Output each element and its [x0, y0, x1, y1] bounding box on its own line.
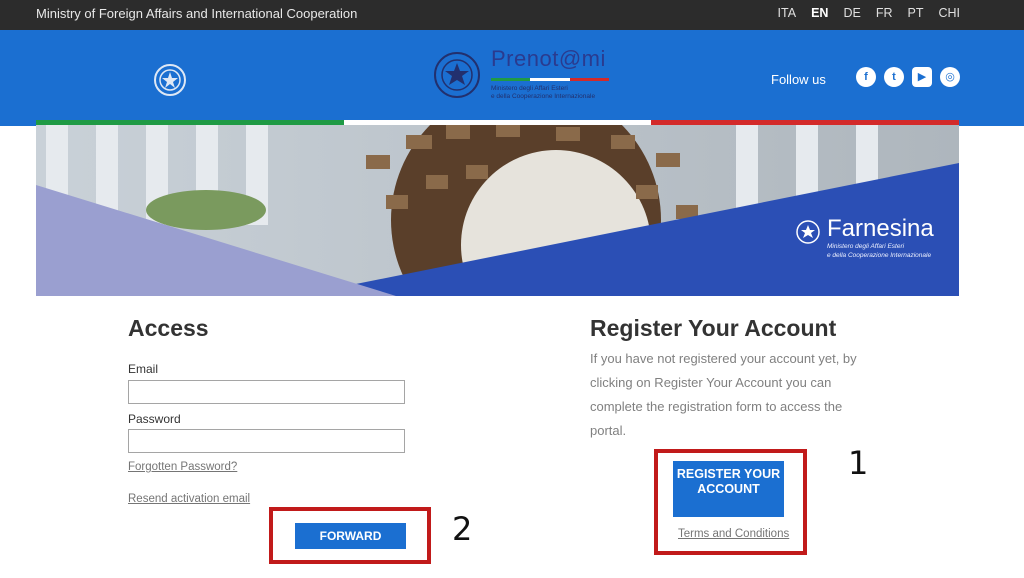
ministry-name: Ministry of Foreign Affairs and Internat… [36, 6, 358, 21]
register-callout-number: 1 [848, 444, 869, 482]
lang-pt[interactable]: PT [907, 6, 923, 20]
language-switcher: ITA EN DE FR PT CHI [778, 6, 960, 20]
email-label: Email [128, 362, 159, 376]
lang-en[interactable]: EN [811, 6, 828, 20]
instagram-icon[interactable]: ◎ [940, 67, 960, 87]
password-label: Password [128, 412, 181, 426]
lang-ita[interactable]: ITA [778, 6, 797, 20]
forward-callout-box [269, 507, 431, 564]
brand-subtitle: Ministero degli Affari Esteri e della Co… [491, 85, 621, 101]
twitter-icon[interactable]: t [884, 67, 904, 87]
banner-image [36, 125, 959, 296]
youtube-icon[interactable]: ▶ [912, 67, 932, 87]
farnesina-subtitle-line1: Ministero degli Affari Esteri [827, 243, 905, 250]
lang-fr[interactable]: FR [876, 6, 893, 20]
email-field[interactable] [128, 380, 405, 404]
follow-us-label: Follow us [771, 72, 826, 87]
site-header: Prenot@mi Ministero degli Affari Esteri … [0, 30, 1024, 126]
prenotami-logo[interactable]: Prenot@mi Ministero degli Affari Esteri … [432, 44, 622, 110]
farnesina-subtitle-line2: e della Cooperazione Internazionale [827, 252, 932, 259]
ministry-seal-icon [434, 52, 480, 98]
republic-emblem-icon [154, 64, 186, 96]
brand-name: Prenot@mi [491, 46, 606, 71]
register-title: Register Your Account [590, 315, 837, 341]
register-description: If you have not registered your account … [590, 351, 857, 438]
access-title: Access [128, 315, 209, 341]
hero-banner [36, 125, 959, 296]
farnesina-logo: Farnesina Ministero degli Affari Esteri … [795, 215, 945, 265]
password-field[interactable] [128, 429, 405, 453]
farnesina-name: Farnesina [827, 215, 934, 242]
register-callout-box [654, 449, 807, 555]
forward-callout-number: 2 [452, 510, 473, 548]
lang-de[interactable]: DE [843, 6, 860, 20]
lang-chi[interactable]: CHI [938, 6, 960, 20]
brand-flag-line [491, 78, 609, 81]
resend-activation-link[interactable]: Resend activation email [128, 493, 250, 505]
facebook-icon[interactable]: f [856, 67, 876, 87]
farnesina-seal-icon [796, 220, 820, 244]
brand-subtitle-line1: Ministero degli Affari Esteri [491, 85, 568, 92]
forgot-password-link[interactable]: Forgotten Password? [128, 461, 237, 473]
farnesina-subtitle: Ministero degli Affari Esteri e della Co… [827, 242, 931, 260]
top-bar: Ministry of Foreign Affairs and Internat… [0, 0, 1024, 30]
brand-subtitle-line2: e della Cooperazione Internazionale [491, 93, 596, 100]
